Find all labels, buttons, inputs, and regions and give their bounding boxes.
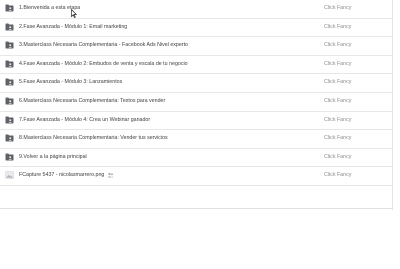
file-row[interactable]: 9.Volver a la página principal Click Fanc…: [0, 149, 392, 168]
drive-file-browser: 1.Bienvenida a esta etapa Click Fancy 2.Fa…: [0, 0, 400, 269]
file-name[interactable]: 9.Volver a la página principal: [19, 153, 87, 161]
shared-folder-icon: [5, 23, 14, 31]
file-row[interactable]: 1.Bienvenida a esta etapa Click Fancy: [0, 0, 392, 19]
mouse-cursor-icon: [71, 9, 77, 18]
file-name[interactable]: 6.Masterclass Necesaria Complementaria: …: [19, 97, 165, 105]
shared-folder-icon: [5, 116, 14, 124]
file-owner: Click Fancy: [324, 135, 352, 142]
file-row[interactable]: 8.Masterclass Necesaria Complementaria: …: [0, 130, 392, 149]
file-row[interactable]: 2.Fase Avanzada - Módulo 1: Email market…: [0, 19, 392, 38]
file-row[interactable]: 4.Fase Avanzada - Módulo 2: Embudos de v…: [0, 56, 392, 75]
shared-folder-icon: [5, 60, 14, 68]
file-row[interactable]: 5.Fase Avanzada - Módulo 3: Lanzamientos…: [0, 74, 392, 93]
shared-folder-icon: [5, 153, 14, 161]
file-owner: Click Fancy: [324, 23, 352, 30]
shared-folder-icon: [5, 134, 14, 142]
scrollbar-track[interactable]: [392, 0, 393, 210]
file-owner: Click Fancy: [324, 97, 352, 104]
shared-people-icon: [107, 171, 114, 179]
file-owner: Click Fancy: [324, 5, 352, 11]
file-name[interactable]: 3.Masterclass Necesaria Complementaria -…: [19, 41, 188, 49]
file-list: 1.Bienvenida a esta etapa Click Fancy 2.Fa…: [0, 0, 392, 186]
file-row[interactable]: 3.Masterclass Necesaria Complementaria -…: [0, 37, 392, 56]
file-owner: Click Fancy: [324, 172, 352, 179]
file-owner: Click Fancy: [324, 153, 352, 160]
file-name[interactable]: 5.Fase Avanzada - Módulo 3: Lanzamientos: [19, 78, 122, 86]
shared-folder-icon: [5, 41, 14, 49]
file-name[interactable]: 8.Masterclass Necesaria Complementaria: …: [19, 134, 168, 142]
file-name[interactable]: 4.Fase Avanzada - Módulo 2: Embudos de v…: [19, 60, 188, 68]
file-owner: Click Fancy: [324, 116, 352, 123]
file-name[interactable]: 7.Fase Avanzada - Módulo 4: Crea un Webi…: [19, 116, 150, 124]
file-row[interactable]: 7.Fase Avanzada - Módulo 4: Crea un Webi…: [0, 112, 392, 131]
file-row[interactable]: 6.Masterclass Necesaria Complementaria: …: [0, 93, 392, 112]
shared-folder-icon: [5, 97, 14, 105]
list-bottom-divider: [0, 208, 392, 209]
file-row[interactable]: FCapture 5437 - nicolasmarrero.png Click …: [0, 167, 392, 186]
file-name[interactable]: 2.Fase Avanzada - Módulo 1: Email market…: [19, 23, 127, 31]
shared-folder-icon: [5, 78, 14, 86]
file-owner: Click Fancy: [324, 60, 352, 67]
shared-folder-icon: [5, 4, 14, 12]
image-file-icon: [5, 171, 14, 180]
file-owner: Click Fancy: [324, 42, 352, 49]
file-name[interactable]: FCapture 5437 - nicolasmarrero.png: [19, 171, 104, 179]
file-owner: Click Fancy: [324, 79, 352, 86]
